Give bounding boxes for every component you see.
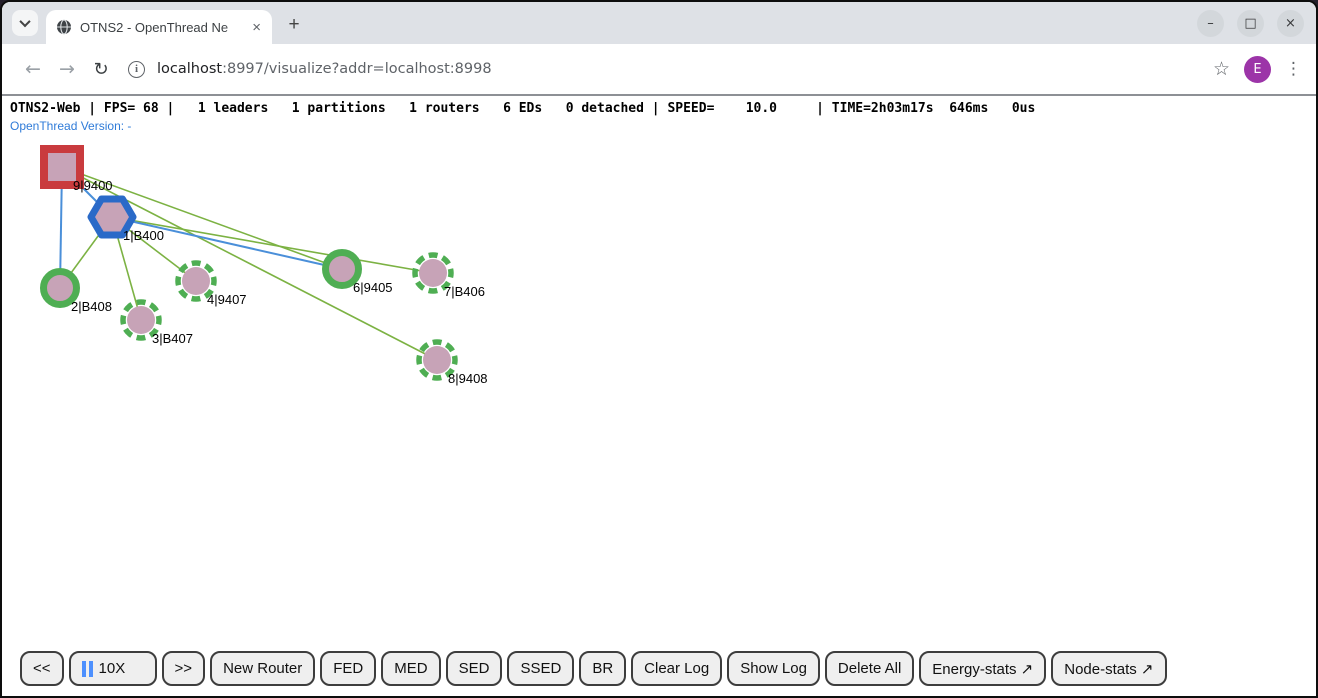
button-label: Node-stats ↗ [1064, 660, 1153, 678]
status-line: OTNS2-Web | FPS= 68 | 1 leaders 1 partit… [10, 101, 1035, 116]
node-label-2: 2|B408 [71, 299, 112, 314]
button-label: MED [394, 660, 427, 677]
fed-button[interactable]: FED [320, 651, 376, 686]
node-label-8: 8|9408 [448, 371, 488, 386]
tab-title: OTNS2 - OpenThread Ne [80, 20, 249, 35]
graph-edge-1-7 [112, 217, 433, 273]
window-close-button[interactable]: × [1277, 10, 1304, 37]
step-forward-button[interactable]: >> [162, 651, 206, 686]
pause-icon [82, 661, 93, 677]
med-button[interactable]: MED [381, 651, 440, 686]
ssed-button[interactable]: SSED [507, 651, 574, 686]
button-label: Delete All [838, 660, 901, 677]
new-tab-button[interactable]: + [280, 11, 308, 39]
tab-strip: OTNS2 - OpenThread Ne × + – □ × [2, 2, 1316, 44]
button-label: Show Log [740, 660, 807, 677]
url-host: localhost [157, 61, 222, 77]
step-back-button[interactable]: << [20, 651, 64, 686]
simulator-toolbar: << 10X >> New Router FED MED SED SSED BR Clear Lo… [20, 651, 1167, 686]
tab-close-icon[interactable]: × [249, 19, 264, 36]
forward-button[interactable]: → [50, 58, 84, 80]
openthread-version-link[interactable]: OpenThread Version: - [10, 119, 131, 133]
tab-search-button[interactable] [12, 10, 38, 36]
node-stats-button[interactable]: Node-stats ↗ [1051, 651, 1166, 686]
show-log-button[interactable]: Show Log [727, 651, 820, 686]
button-label: Energy-stats ↗ [932, 660, 1033, 678]
node-label-9: 9|9400 [73, 178, 113, 193]
button-label: New Router [223, 660, 302, 677]
delete-all-button[interactable]: Delete All [825, 651, 914, 686]
reload-button[interactable]: ↻ [84, 59, 118, 80]
address-bar[interactable]: i localhost:8997/visualize?addr=localhos… [128, 61, 1199, 78]
button-label: SED [459, 660, 490, 677]
window-controls: – □ × [1197, 10, 1304, 37]
chevron-down-icon [19, 16, 30, 27]
button-label: SSED [520, 660, 561, 677]
button-label: >> [175, 660, 193, 677]
url-path: :8997/visualize?addr=localhost:8998 [222, 61, 491, 77]
node-label-1: 1|B400 [123, 228, 164, 243]
node-label-3: 3|B407 [152, 331, 193, 346]
button-label: 10X [99, 660, 126, 677]
clear-log-button[interactable]: Clear Log [631, 651, 722, 686]
window-minimize-button[interactable]: – [1197, 10, 1224, 37]
br-button[interactable]: BR [579, 651, 626, 686]
button-label: FED [333, 660, 363, 677]
sed-button[interactable]: SED [446, 651, 503, 686]
button-label: BR [592, 660, 613, 677]
node-label-4: 4|9407 [207, 292, 247, 307]
tab-favicon-globe-icon [56, 19, 72, 35]
browser-menu-icon[interactable]: ⋮ [1285, 59, 1302, 79]
profile-avatar[interactable]: E [1244, 56, 1271, 83]
network-graph-canvas[interactable]: 9|9400 1|B400 2|B408 3|B407 4|9407 6|9405 7|B4… [2, 96, 1316, 696]
button-label: << [33, 660, 51, 677]
site-info-icon[interactable]: i [128, 61, 145, 78]
node-label-6: 6|9405 [353, 280, 393, 295]
back-button[interactable]: ← [16, 58, 50, 80]
speed-button[interactable]: 10X [69, 651, 157, 686]
browser-window: OTNS2 - OpenThread Ne × + – □ × ← → ↻ i … [0, 0, 1318, 698]
new-router-button[interactable]: New Router [210, 651, 315, 686]
url-text: localhost:8997/visualize?addr=localhost:… [157, 61, 492, 77]
window-maximize-button[interactable]: □ [1237, 10, 1264, 37]
energy-stats-button[interactable]: Energy-stats ↗ [919, 651, 1046, 686]
button-label: Clear Log [644, 660, 709, 677]
simulator-status: OTNS2-Web | FPS= 68 | 1 leaders 1 partit… [10, 101, 1035, 135]
node-label-7: 7|B406 [444, 284, 485, 299]
bookmark-star-icon[interactable]: ☆ [1213, 58, 1230, 80]
browser-navbar: ← → ↻ i localhost:8997/visualize?addr=lo… [2, 44, 1316, 96]
browser-tab[interactable]: OTNS2 - OpenThread Ne × [46, 10, 272, 44]
page-content: OTNS2-Web | FPS= 68 | 1 leaders 1 partit… [2, 96, 1316, 696]
